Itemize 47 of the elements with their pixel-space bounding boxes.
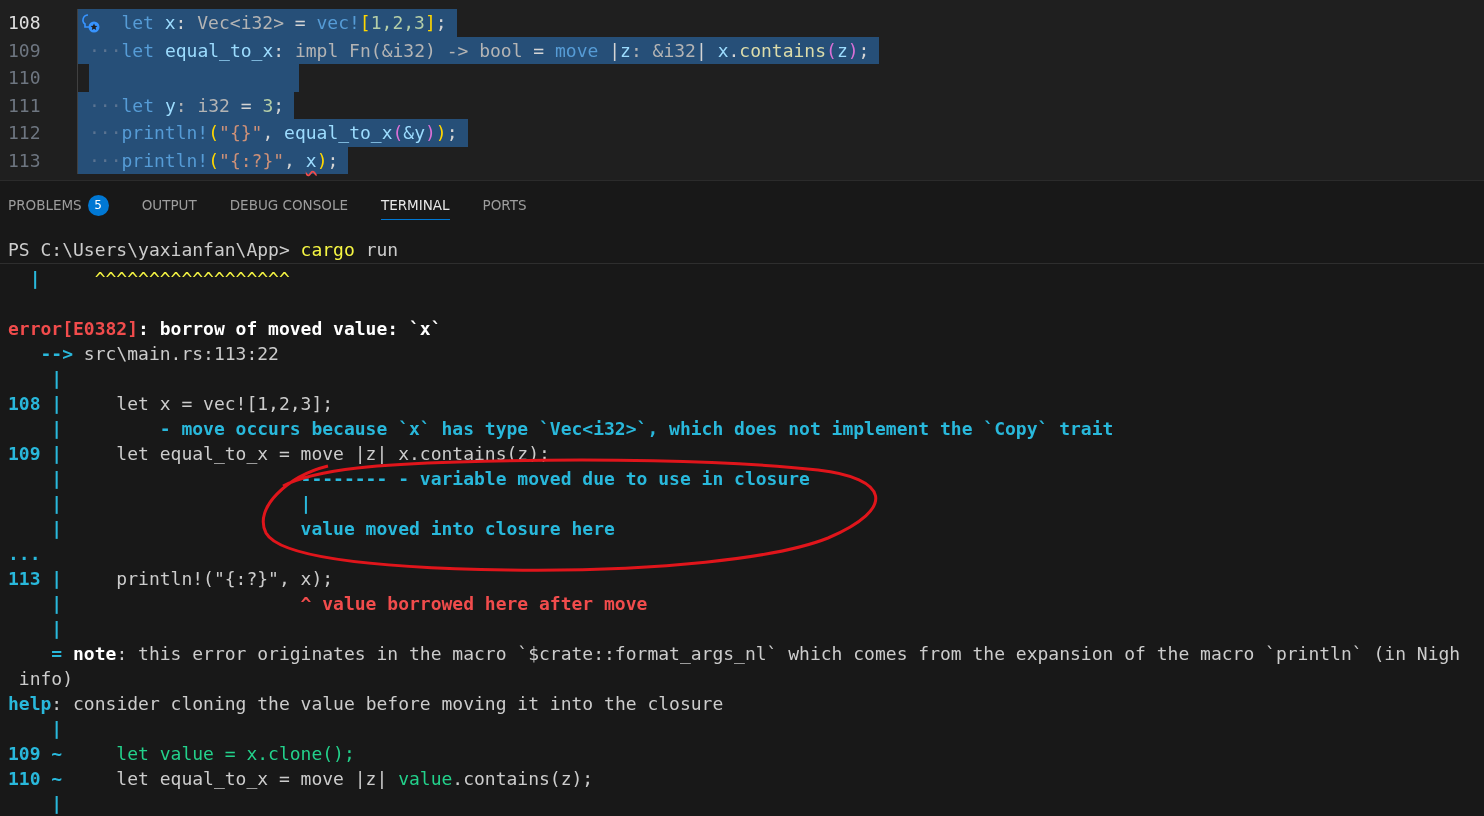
terminal-text: ... (8, 543, 41, 564)
terminal-text: : borrow of moved value: `x` (138, 318, 442, 339)
terminal-text: = (50, 643, 63, 664)
terminal-text: | (50, 593, 63, 614)
terminal-text: 110 ~ (8, 768, 63, 789)
panel-tab[interactable]: PORTS (482, 191, 527, 220)
terminal-text: | (50, 418, 63, 439)
terminal-text: - move occurs because `x` has type `Vec<i32>`, which does not implement the `Copy` trait (158, 418, 1114, 439)
terminal-text: let equal_to_x = move |z| x.contains(z); (115, 443, 550, 464)
terminal-text: | (50, 518, 63, 539)
terminal-text: | (50, 368, 63, 389)
terminal-text: 109 | (8, 443, 63, 464)
terminal-text: | (28, 268, 41, 289)
terminal-text: help (8, 693, 52, 714)
terminal-text: | (50, 618, 63, 639)
terminal-text: println!("{:?}", x); (115, 568, 334, 589)
panel-tab[interactable]: PROBLEMS 5 (8, 188, 109, 223)
terminal-text: src\main.rs:113:22 (82, 343, 279, 364)
terminal-text: ^^^^^^^^^^^^^^^^^^ (93, 268, 290, 289)
terminal-prompt-line: PS C:\Users\yaxianfan\App> cargo run (0, 237, 1484, 264)
count-badge: 5 (87, 194, 109, 216)
panel-tab[interactable]: OUTPUT (141, 191, 197, 220)
terminal-text: 108 | (8, 393, 63, 414)
terminal-text: | (50, 493, 63, 514)
terminal-text: let value = x.clone(); (115, 743, 355, 764)
terminal-text: | (299, 493, 312, 514)
terminal-text: | (50, 718, 63, 739)
terminal-text: info) (17, 668, 74, 689)
terminal-text: note (72, 643, 117, 664)
terminal-text: .contains(z); (452, 768, 594, 789)
terminal-text: | (50, 793, 63, 814)
panel-tab[interactable]: DEBUG CONSOLE (229, 191, 348, 220)
line-number: 110 (0, 64, 78, 92)
terminal-text: value (398, 768, 453, 789)
terminal-text: let x = vec![1,2,3]; (115, 393, 334, 414)
terminal-text: -------- - variable moved due to use in closure (299, 468, 810, 489)
panel-tab[interactable]: TERMINAL (380, 191, 450, 220)
terminal-text: 109 ~ (8, 743, 63, 764)
terminal-text: | (50, 468, 63, 489)
terminal-text: value moved into closure here (299, 518, 615, 539)
terminal-text: : consider cloning the value before moving it into the closure (51, 693, 724, 714)
terminal-text: 113 | (8, 568, 63, 589)
terminal-text: ^ value borrowed here after move (299, 593, 648, 614)
terminal-text: let equal_to_x = move |z| (115, 768, 389, 789)
terminal-text: : this error originates in the macro `$crate::format_args_nl` which comes from the expansion of the macro `println` (in Nigh (116, 643, 1461, 664)
terminal-text: --> (39, 343, 74, 364)
terminal-text: error[E0382] (8, 318, 139, 339)
